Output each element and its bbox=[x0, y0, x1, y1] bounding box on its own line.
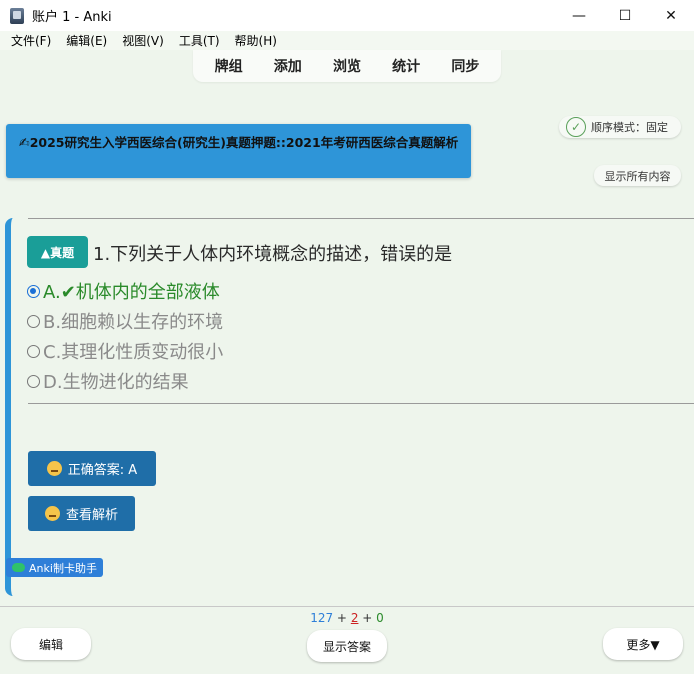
toolbar-sync[interactable]: 同步 bbox=[445, 54, 485, 78]
reviewer-area: 牌组 添加 浏览 统计 同步 ✍2025研究生入学西医综合(研究生)真题押题::… bbox=[0, 50, 694, 606]
divider bbox=[28, 403, 694, 404]
toolbar-stats[interactable]: 统计 bbox=[386, 54, 426, 78]
toolbar-add[interactable]: 添加 bbox=[268, 54, 308, 78]
question-card: ▲真题 1.下列关于人体内环境概念的描述，错误的是 A.✔机体内的全部液体 B.… bbox=[5, 218, 694, 596]
view-analysis-button[interactable]: 查看解析 bbox=[28, 496, 135, 531]
correct-answer-button[interactable]: 正确答案: A bbox=[28, 451, 156, 486]
top-toolbar: 牌组 添加 浏览 统计 同步 bbox=[193, 50, 501, 82]
smirk-emoji-icon bbox=[46, 461, 62, 476]
correct-answer-label: 正确答案: A bbox=[67, 463, 138, 478]
option-c-label: C.其理化性质变动很小 bbox=[43, 342, 224, 363]
menu-edit[interactable]: 编辑(E) bbox=[60, 32, 113, 49]
deck-title: 2025研究生入学西医综合(研究生)真题押题::2021年考研西医综合真题解析 bbox=[29, 135, 459, 150]
menu-tools[interactable]: 工具(T) bbox=[173, 32, 226, 49]
option-b[interactable]: B.细胞赖以生存的环境 bbox=[27, 308, 223, 334]
more-button[interactable]: 更多▼ bbox=[603, 628, 683, 660]
toolbar-browse[interactable]: 浏览 bbox=[327, 54, 367, 78]
check-circle-icon: ✓ bbox=[566, 117, 586, 137]
option-c[interactable]: C.其理化性质变动很小 bbox=[27, 338, 223, 364]
learn-count: 2 bbox=[350, 611, 359, 625]
show-all-button[interactable]: 显示所有内容 bbox=[594, 165, 681, 186]
close-button[interactable]: ✕ bbox=[648, 0, 694, 31]
helper-tag-label: Anki制卡助手 bbox=[29, 561, 97, 575]
writing-hand-icon: ✍ bbox=[18, 136, 30, 151]
question-text: 1.下列关于人体内环境概念的描述，错误的是 bbox=[93, 244, 453, 265]
radio-selected-icon[interactable] bbox=[27, 284, 40, 298]
window-controls: — ☐ ✕ bbox=[556, 0, 694, 31]
option-a[interactable]: A.✔机体内的全部液体 bbox=[27, 278, 220, 304]
review-count: 0 bbox=[376, 611, 384, 625]
plus-sign: + bbox=[336, 611, 347, 625]
radio-icon[interactable] bbox=[27, 374, 40, 388]
toolbar-decks[interactable]: 牌组 bbox=[209, 54, 249, 78]
menu-bar: 文件(F) 编辑(E) 视图(V) 工具(T) 帮助(H) bbox=[0, 31, 694, 50]
option-a-label: A.✔机体内的全部液体 bbox=[43, 282, 220, 303]
window-title: 账户 1 - Anki bbox=[32, 10, 112, 25]
plus-sign: + bbox=[362, 611, 373, 625]
real-exam-badge: ▲真题 bbox=[27, 236, 88, 268]
bottom-bar: 127 + 2 + 0 编辑 显示答案 更多▼ bbox=[0, 606, 694, 674]
wechat-icon bbox=[12, 563, 26, 572]
due-counts: 127 + 2 + 0 bbox=[0, 611, 694, 625]
option-d[interactable]: D.生物进化的结果 bbox=[27, 368, 189, 394]
radio-icon[interactable] bbox=[27, 344, 40, 358]
menu-help[interactable]: 帮助(H) bbox=[229, 32, 283, 49]
title-bar: 账户 1 - Anki — ☐ ✕ bbox=[0, 0, 694, 31]
edit-button[interactable]: 编辑 bbox=[11, 628, 91, 660]
deck-title-banner: ✍2025研究生入学西医综合(研究生)真题押题::2021年考研西医综合真题解析 bbox=[6, 124, 471, 178]
order-mode-toggle[interactable]: ✓ 顺序模式：固定 bbox=[559, 116, 681, 138]
minimize-button[interactable]: — bbox=[556, 0, 602, 31]
divider bbox=[28, 218, 694, 219]
new-count: 127 bbox=[310, 611, 334, 625]
option-d-label: D.生物进化的结果 bbox=[43, 372, 189, 393]
show-answer-button[interactable]: 显示答案 bbox=[307, 630, 387, 662]
maximize-button[interactable]: ☐ bbox=[602, 0, 648, 31]
anki-app-icon bbox=[10, 7, 24, 24]
anki-helper-tag[interactable]: Anki制卡助手 bbox=[6, 558, 103, 577]
option-b-label: B.细胞赖以生存的环境 bbox=[43, 312, 224, 333]
menu-view[interactable]: 视图(V) bbox=[116, 32, 170, 49]
radio-icon[interactable] bbox=[27, 314, 40, 328]
view-analysis-label: 查看解析 bbox=[65, 508, 118, 523]
menu-file[interactable]: 文件(F) bbox=[5, 32, 57, 49]
thinking-emoji-icon bbox=[44, 506, 60, 521]
order-mode-label: 顺序模式：固定 bbox=[591, 121, 668, 134]
